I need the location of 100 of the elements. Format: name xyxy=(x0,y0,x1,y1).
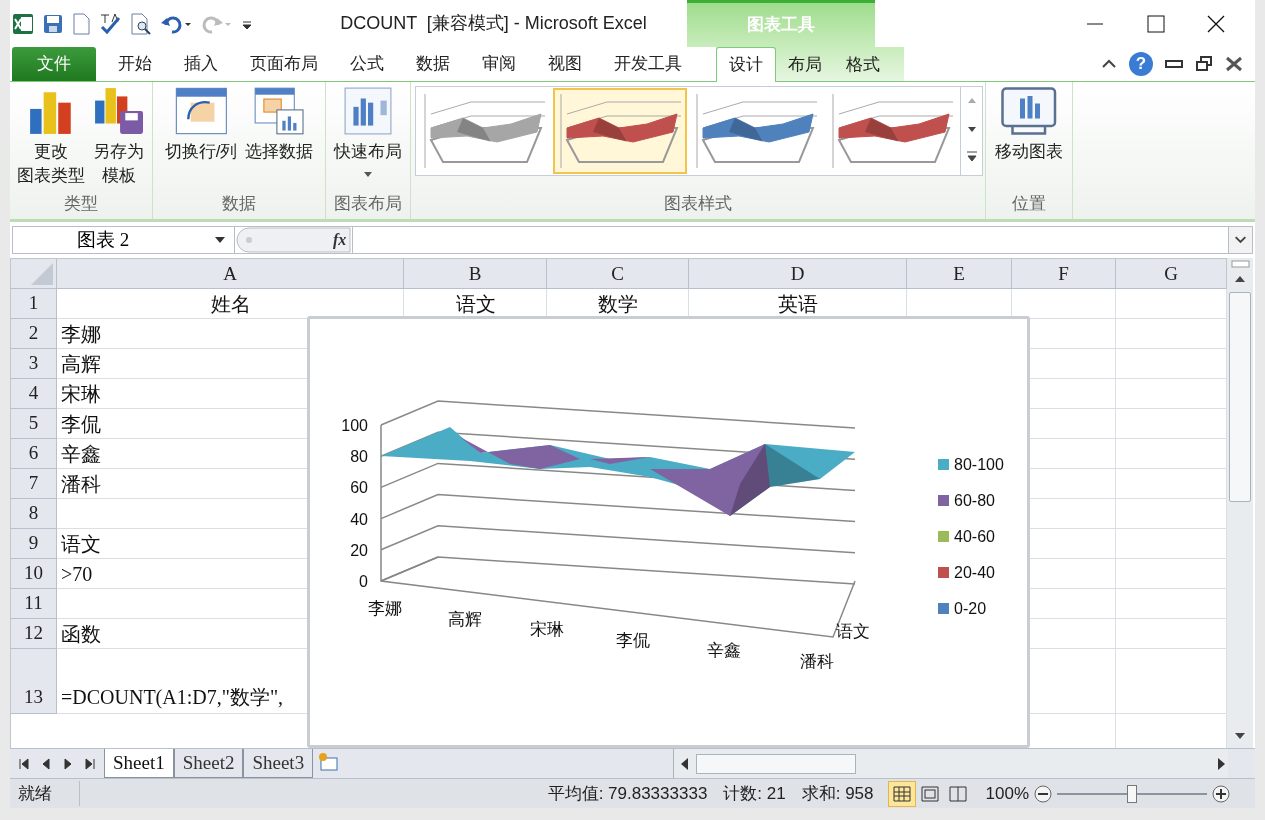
horizontal-scrollbar[interactable] xyxy=(673,749,1228,778)
vertical-scrollbar[interactable] xyxy=(1226,258,1253,748)
sheet-tab[interactable]: Sheet3 xyxy=(243,749,314,778)
ribbon-tab[interactable]: 布局 xyxy=(776,48,834,81)
cell-text: 李侃 xyxy=(61,412,101,437)
close-icon[interactable] xyxy=(1225,56,1243,72)
row-header[interactable]: 13 xyxy=(11,649,57,714)
ribbon-tab[interactable]: 设计 xyxy=(716,47,776,82)
chart-area[interactable]: 100 80 60 40 20 0 李娜 高辉 宋琳 李侃 辛鑫 潘科 语文 80-100 60-80 40-60 20-40 0-20 xyxy=(307,316,1030,748)
axis-tick-label: 40 xyxy=(350,510,368,528)
zoom-in-icon[interactable] xyxy=(1211,783,1231,804)
column-header[interactable]: B xyxy=(404,259,547,289)
legend-label: 20-40 xyxy=(954,564,995,581)
ribbon-tab[interactable]: 视图 xyxy=(532,47,598,81)
cell-text: 姓名 xyxy=(210,292,251,317)
ribbon-button[interactable]: 移动图表 xyxy=(993,86,1065,164)
ribbon-button[interactable]: 切换行/列 xyxy=(162,86,240,164)
zoom-out-icon[interactable] xyxy=(1033,783,1053,804)
row-header[interactable]: 11 xyxy=(11,589,57,619)
minimize-icon[interactable] xyxy=(1165,59,1183,69)
ribbon-tab[interactable]: 页面布局 xyxy=(234,47,334,81)
ribbon-tab[interactable]: 格式 xyxy=(834,48,892,81)
surface-chart-icon xyxy=(421,92,547,170)
help-button[interactable]: ? xyxy=(1129,52,1153,76)
cell-text: 数学 xyxy=(598,292,638,317)
row-header[interactable]: 8 xyxy=(11,499,57,529)
status-text: 就绪 xyxy=(10,780,80,807)
sheet-tab[interactable]: Sheet1 xyxy=(104,749,174,778)
sheet-nav-icon[interactable] xyxy=(18,756,30,771)
status-average: 平均值: 79.83333333 xyxy=(547,782,708,805)
surface-chart-icon xyxy=(693,92,819,170)
ribbon-button[interactable]: 选择数据 xyxy=(243,86,316,164)
column-header[interactable]: A xyxy=(57,259,404,289)
cell-text: 辛鑫 xyxy=(61,442,101,467)
surface-chart-icon xyxy=(829,92,955,170)
category-label: 辛鑫 xyxy=(707,641,741,660)
close-icon[interactable] xyxy=(1207,14,1225,33)
legend-label: 0-20 xyxy=(954,600,987,617)
sheet-nav-icon[interactable] xyxy=(84,756,96,771)
category-label: 高辉 xyxy=(448,609,482,629)
ribbon-button[interactable]: 更改 图表类型 xyxy=(14,86,87,188)
ribbon-tab[interactable]: 数据 xyxy=(400,47,466,81)
save-icon[interactable] xyxy=(42,12,64,35)
row-header[interactable]: 4 xyxy=(11,379,57,409)
print-preview-icon[interactable] xyxy=(130,12,152,35)
cell-text: 潘科 xyxy=(61,472,101,497)
chart-save-icon xyxy=(92,86,146,136)
file-tab[interactable]: 文件 xyxy=(12,47,96,81)
row-header[interactable]: 1 xyxy=(11,289,57,319)
ribbon-tab[interactable]: 审阅 xyxy=(466,47,532,81)
status-count: 计数: 21 xyxy=(723,782,786,805)
ribbon-tab[interactable]: 开发工具 xyxy=(598,47,698,81)
zoom-slider-thumb[interactable] xyxy=(1127,784,1137,803)
row-header[interactable]: 12 xyxy=(11,619,57,649)
zoom-slider[interactable] xyxy=(1057,783,1207,804)
row-header[interactable]: 10 xyxy=(11,559,57,589)
group-label: 类型 xyxy=(63,193,99,215)
column-header[interactable]: F xyxy=(1012,259,1116,289)
excel-logo-icon[interactable] xyxy=(12,12,34,35)
ribbon-tab[interactable]: 插入 xyxy=(168,47,234,81)
column-header[interactable]: G xyxy=(1116,259,1226,289)
maximize-icon[interactable] xyxy=(1147,14,1165,33)
ribbon-button[interactable]: 快速布局 xyxy=(332,86,404,178)
move-chart-icon xyxy=(1000,86,1058,136)
cell-text: 语文 xyxy=(455,292,496,317)
row-header[interactable]: 5 xyxy=(11,409,57,439)
legend-label: 80-100 xyxy=(954,456,1004,473)
restore-icon[interactable] xyxy=(1195,55,1213,73)
group-label: 数据 xyxy=(221,193,257,215)
row-header[interactable]: 3 xyxy=(11,349,57,379)
column-header[interactable]: C xyxy=(547,259,689,289)
cell-text: 函数 xyxy=(61,622,101,647)
column-header[interactable]: E xyxy=(907,259,1012,289)
category-label: 李侃 xyxy=(616,630,650,650)
category-label: 李娜 xyxy=(368,599,402,618)
ribbon-tab[interactable]: 公式 xyxy=(334,47,400,81)
row-header[interactable]: 2 xyxy=(11,319,57,349)
chart-style-thumbnail[interactable] xyxy=(553,88,687,174)
ribbon-tab[interactable]: 开始 xyxy=(102,47,168,81)
group-label: 位置 xyxy=(1011,193,1047,215)
column-header[interactable]: D xyxy=(689,259,907,289)
sheet-nav-icon[interactable] xyxy=(40,756,52,771)
row-header[interactable]: 7 xyxy=(11,469,57,499)
cell-text: >70 xyxy=(61,562,93,587)
series-label: 语文 xyxy=(836,622,870,641)
ribbon-button[interactable]: 另存为 模板 xyxy=(90,86,148,188)
sheet-nav-icon[interactable] xyxy=(62,756,74,771)
surface-chart-icon xyxy=(557,92,683,170)
sheet-tab[interactable]: Sheet2 xyxy=(173,749,244,778)
zoom-level-text: 100% xyxy=(985,782,1029,805)
select-data-icon xyxy=(253,86,306,136)
category-label: 宋琳 xyxy=(530,620,564,639)
row-header[interactable]: 9 xyxy=(11,529,57,559)
row-header[interactable]: 6 xyxy=(11,439,57,469)
spelling-check-icon[interactable] xyxy=(98,12,122,35)
axis-tick-label: 100 xyxy=(341,417,368,434)
chart-layout-icon xyxy=(343,86,393,136)
axis-tick-label: 0 xyxy=(359,573,368,590)
normal-view-button[interactable] xyxy=(887,780,916,807)
status-sum: 求和: 958 xyxy=(801,782,874,805)
